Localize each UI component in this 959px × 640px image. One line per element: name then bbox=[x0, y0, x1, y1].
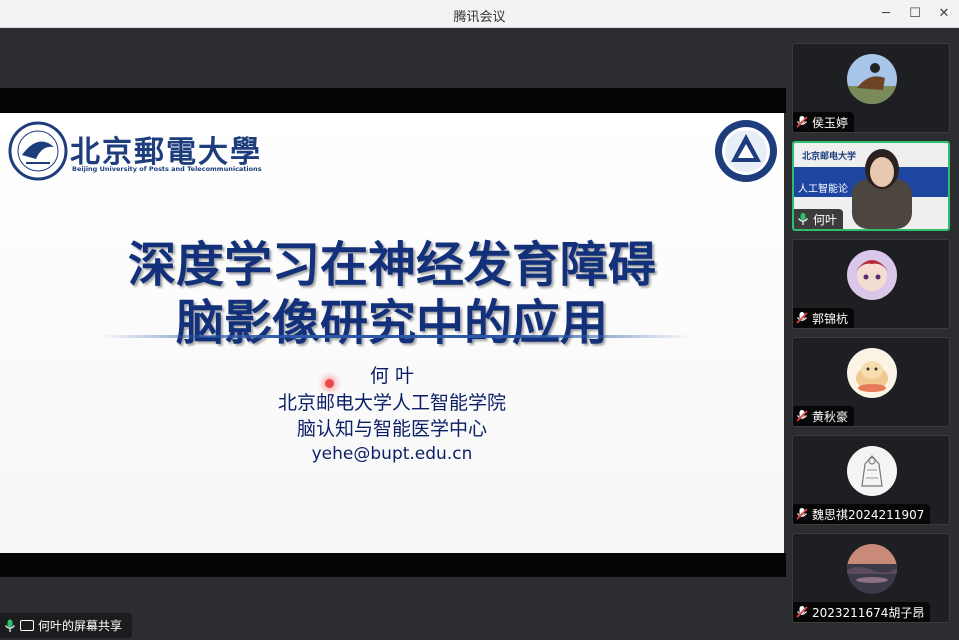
bupt-logo-icon bbox=[8, 121, 68, 181]
presenter-center: 脑认知与智能医学中心 bbox=[296, 418, 487, 440]
participant-name: 黄秋豪 bbox=[812, 409, 849, 424]
avatar bbox=[847, 446, 897, 496]
participant-person bbox=[852, 149, 912, 229]
mic-muted-icon bbox=[796, 116, 808, 128]
screen-share-tag[interactable]: 何叶的屏幕共享 bbox=[0, 613, 132, 638]
participant-name: 2023211674胡子昂 bbox=[812, 605, 925, 620]
screen-share-icon bbox=[20, 620, 34, 631]
avatar bbox=[847, 544, 897, 594]
participant-nametag: 郭锦杭 bbox=[793, 308, 855, 328]
participant-name: 侯玉婷 bbox=[812, 115, 849, 130]
participant-nametag: 魏思祺2024211907 bbox=[793, 504, 931, 524]
mic-muted-icon bbox=[796, 606, 808, 618]
participant-name: 魏思祺2024211907 bbox=[812, 507, 925, 522]
participant-tile[interactable]: 郭锦杭 bbox=[792, 239, 950, 329]
participant-tile[interactable]: 2023211674胡子昂 bbox=[792, 533, 950, 623]
mic-icon bbox=[5, 619, 15, 632]
avatar bbox=[847, 250, 897, 300]
presenter-email: yehe@bupt.edu.cn bbox=[311, 444, 473, 464]
participant-tile[interactable]: 侯玉婷 bbox=[792, 43, 950, 133]
participant-nametag: 黄秋豪 bbox=[793, 406, 855, 426]
participant-tile[interactable]: 魏思祺2024211907 bbox=[792, 435, 950, 525]
window-titlebar: 腾讯会议 ─ ☐ ✕ bbox=[0, 0, 959, 28]
letterbox-top bbox=[0, 88, 786, 113]
screen-share-label: 何叶的屏幕共享 bbox=[38, 619, 123, 633]
maximize-button[interactable]: ☐ bbox=[905, 4, 925, 24]
presentation-slide: 北京郵電大學 Beijing University of Posts and T… bbox=[0, 113, 784, 553]
avatar bbox=[847, 348, 897, 398]
mic-muted-icon bbox=[796, 410, 808, 422]
minimize-button[interactable]: ─ bbox=[876, 4, 896, 24]
presenter-institute: 北京邮电大学人工智能学院 bbox=[277, 392, 506, 414]
letterbox-bottom bbox=[0, 553, 786, 577]
presenter-name: 何 叶 bbox=[369, 365, 415, 387]
participant-sidebar: 侯玉婷 北京邮电大学 人工智能论 何叶 郭锦杭 黄秋豪 魏思祺202421190… bbox=[786, 28, 959, 640]
participant-tile-active[interactable]: 北京邮电大学 人工智能论 何叶 bbox=[792, 141, 950, 231]
ai-school-emblem-icon bbox=[715, 120, 777, 182]
participant-nametag: 何叶 bbox=[794, 209, 844, 229]
video-slide-text: 人工智能论 bbox=[798, 184, 848, 195]
school-name-en: Beijing University of Posts and Telecomm… bbox=[72, 165, 262, 173]
slide-title-line2: 脑影像研究中的应用 bbox=[175, 295, 608, 351]
participant-name: 何叶 bbox=[813, 212, 838, 227]
mic-muted-icon bbox=[796, 312, 808, 324]
close-button[interactable]: ✕ bbox=[934, 4, 954, 24]
window-title: 腾讯会议 bbox=[453, 10, 506, 25]
title-divider bbox=[100, 335, 690, 338]
participant-tile[interactable]: 黄秋豪 bbox=[792, 337, 950, 427]
avatar bbox=[847, 54, 897, 104]
laser-pointer bbox=[325, 379, 334, 388]
participant-nametag: 2023211674胡子昂 bbox=[793, 602, 931, 622]
participant-name: 郭锦杭 bbox=[812, 311, 849, 326]
mic-active-icon bbox=[798, 213, 808, 225]
mic-muted-icon bbox=[796, 508, 808, 520]
participant-nametag: 侯玉婷 bbox=[793, 112, 855, 132]
